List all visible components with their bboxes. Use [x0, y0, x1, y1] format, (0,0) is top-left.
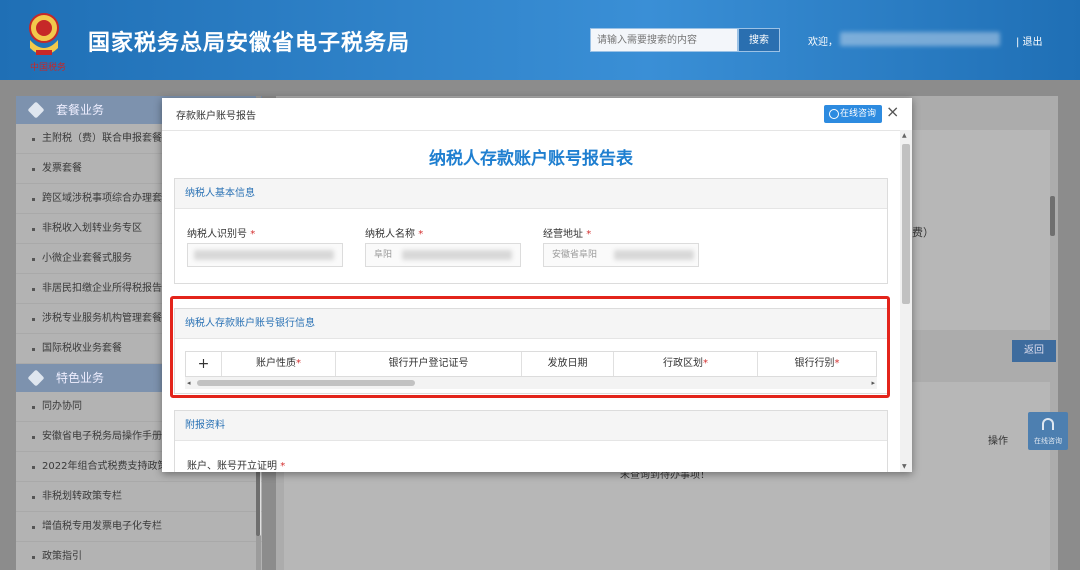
- featured-icon: [27, 369, 45, 387]
- welcome-text: 欢迎，: [808, 37, 838, 48]
- business-address-field[interactable]: 安徽省阜阳: [543, 243, 699, 267]
- logout-link[interactable]: | 退出: [1016, 33, 1043, 48]
- panel-header: 纳税人基本信息: [175, 179, 887, 209]
- user-name-redacted: [840, 32, 1000, 46]
- package-icon: [27, 101, 45, 119]
- report-modal: 存款账户账号报告 在线咨询 × 纳税人存款账户账号报告表 纳税人基本信息 纳税人…: [162, 98, 912, 472]
- headset-icon: [1042, 418, 1054, 430]
- panel-header: 附报资料: [175, 411, 887, 441]
- scroll-up-icon[interactable]: ▲: [902, 132, 907, 139]
- modal-vertical-scrollbar[interactable]: ▲ ▼: [900, 130, 912, 472]
- highlight-box: [170, 296, 890, 398]
- online-consult-float-button[interactable]: 在线咨询: [1028, 412, 1068, 450]
- back-button[interactable]: 返回: [1012, 340, 1056, 362]
- sidebar-item[interactable]: 非税划转政策专栏: [16, 482, 262, 512]
- field-label: 纳税人识别号 *: [187, 229, 256, 240]
- header-slogan: 中国税务: [30, 63, 67, 73]
- report-title: 纳税人存款账户账号报告表: [429, 149, 633, 169]
- sidebar-item[interactable]: 政策指引: [16, 542, 262, 570]
- tax-emblem-logo: [29, 13, 59, 55]
- scroll-thumb[interactable]: [902, 144, 910, 304]
- field-label: 纳税人名称 *: [365, 229, 424, 240]
- operation-column-header: 操作: [988, 436, 1008, 447]
- online-consult-button[interactable]: 在线咨询: [824, 105, 882, 123]
- basic-info-panel: 纳税人基本信息 纳税人识别号 * 纳税人名称 * 阜阳 经营地址 * 安徽省阜阳: [174, 178, 888, 284]
- search-input[interactable]: [590, 28, 738, 52]
- taxpayer-id-field[interactable]: [187, 243, 343, 267]
- field-label: 经营地址 *: [543, 229, 592, 240]
- divider: [162, 130, 912, 131]
- scroll-down-icon[interactable]: ▼: [902, 463, 907, 470]
- site-title: 国家税务总局安徽省电子税务局: [88, 31, 411, 56]
- attachments-panel: 附报资料 账户、账号开立证明 *: [174, 410, 888, 472]
- taxpayer-name-field[interactable]: 阜阳: [365, 243, 521, 267]
- modal-title: 存款账户账号报告: [176, 111, 256, 122]
- site-header: 中国税务 国家税务总局安徽省电子税务局 搜索 欢迎， | 退出: [0, 0, 1080, 80]
- close-icon[interactable]: ×: [886, 102, 899, 122]
- field-label: 账户、账号开立证明 *: [187, 461, 286, 472]
- sidebar-item[interactable]: 增值税专用发票电子化专栏: [16, 512, 262, 542]
- search-button[interactable]: 搜索: [738, 28, 780, 52]
- main-scroll-thumb[interactable]: [1050, 196, 1055, 236]
- partial-text: 费）: [912, 226, 934, 239]
- float-label: 在线咨询: [1034, 437, 1062, 445]
- section-label: 套餐业务: [56, 103, 105, 117]
- section-label: 特色业务: [56, 371, 105, 385]
